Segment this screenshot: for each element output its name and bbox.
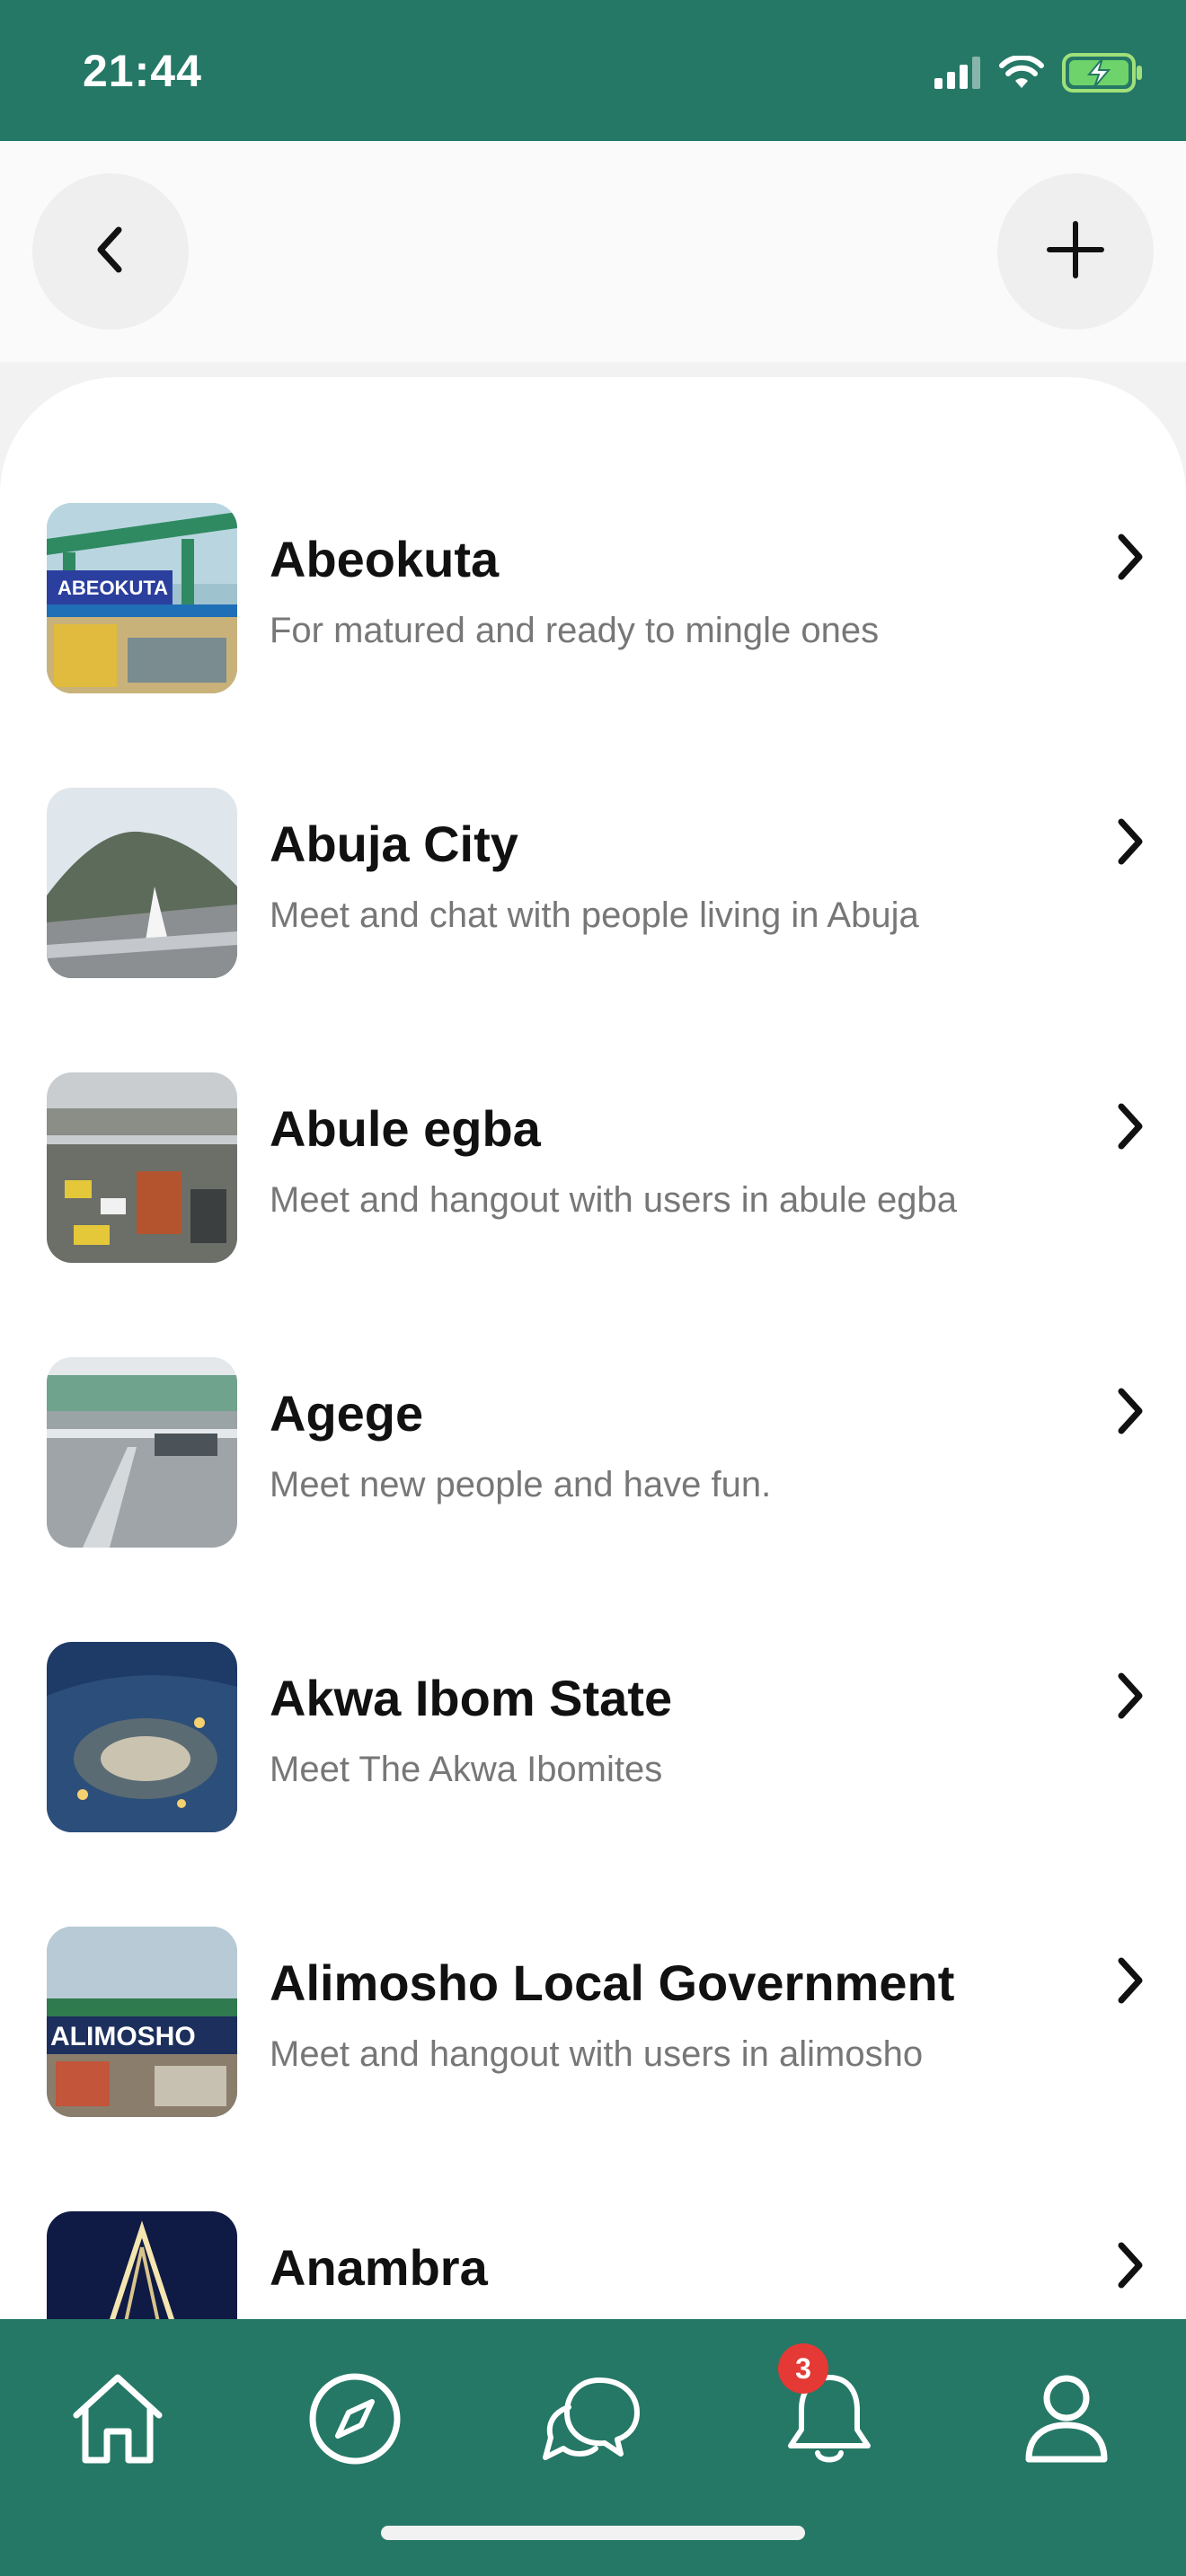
profile-icon <box>1022 2369 1111 2473</box>
status-icons <box>934 52 1145 97</box>
compass-icon <box>307 2371 403 2471</box>
group-title: Akwa Ibom State <box>270 1670 673 1726</box>
list-item[interactable]: ABEOKUTA Abeokuta For matured and ready … <box>0 503 1186 788</box>
group-subtitle: Meet and chat with people living in Abuj… <box>270 895 919 935</box>
group-title: Abuja City <box>270 816 518 872</box>
group-subtitle: For matured and ready to mingle ones <box>270 611 880 650</box>
plus-icon <box>1046 220 1105 284</box>
status-bar: 21:44 <box>0 0 1186 141</box>
chevron-right-icon <box>1103 1954 1157 2007</box>
group-subtitle: Meet The Akwa Ibomites <box>270 1750 663 1789</box>
list-item[interactable]: Abuja City Meet and chat with people liv… <box>0 788 1186 1072</box>
notification-badge: 3 <box>778 2343 828 2394</box>
list-item[interactable]: Abule egba Meet and hangout with users i… <box>0 1072 1186 1357</box>
groups-panel: ABEOKUTA Abeokuta For matured and ready … <box>0 377 1186 2353</box>
group-title: Agege <box>270 1385 424 1442</box>
group-subtitle: Meet and hangout with users in alimosho <box>270 2034 924 2074</box>
battery-charging-icon <box>1062 52 1145 97</box>
group-subtitle: Meet new people and have fun. <box>270 1465 772 1504</box>
home-indicator[interactable] <box>381 2526 805 2540</box>
header <box>0 141 1186 362</box>
thumb-label: ALIMOSHO <box>50 2022 196 2051</box>
group-title: Anambra <box>270 2239 488 2296</box>
group-thumbnail <box>47 788 237 978</box>
cellular-signal-icon <box>934 56 981 93</box>
wifi-icon <box>999 54 1044 94</box>
chevron-right-icon <box>1103 2238 1157 2292</box>
group-title: Abule egba <box>270 1100 541 1157</box>
group-title: Alimosho Local Government <box>270 1954 955 2011</box>
screen: 21:44 ABEOKUTA Abeokuta For matured and … <box>0 0 1186 2576</box>
group-title: Abeokuta <box>270 531 500 587</box>
back-button[interactable] <box>32 173 189 330</box>
groups-list: ABEOKUTA Abeokuta For matured and ready … <box>0 503 1186 2353</box>
chevron-left-icon <box>88 223 133 281</box>
chevron-right-icon <box>1103 1669 1157 1723</box>
status-time: 21:44 <box>83 46 202 96</box>
group-thumbnail: ABEOKUTA <box>47 503 237 693</box>
nav-home[interactable] <box>59 2362 176 2479</box>
group-thumbnail <box>47 1642 237 1832</box>
chat-icon <box>540 2371 644 2471</box>
group-thumbnail <box>47 1072 237 1263</box>
nav-explore[interactable] <box>296 2362 413 2479</box>
home-icon <box>67 2369 168 2474</box>
nav-chats[interactable] <box>534 2362 651 2479</box>
list-item[interactable]: ALIMOSHO Alimosho Local Government Meet … <box>0 1927 1186 2211</box>
chevron-right-icon <box>1103 530 1157 584</box>
group-thumbnail: ALIMOSHO <box>47 1927 237 2117</box>
nav-profile[interactable] <box>1008 2362 1125 2479</box>
chevron-right-icon <box>1103 1384 1157 1438</box>
group-thumbnail <box>47 1357 237 1548</box>
chevron-right-icon <box>1103 1099 1157 1153</box>
list-item[interactable]: Agege Meet new people and have fun. <box>0 1357 1186 1642</box>
chevron-right-icon <box>1103 815 1157 869</box>
add-button[interactable] <box>997 173 1154 330</box>
group-subtitle: Meet and hangout with users in abule egb… <box>270 1180 957 1220</box>
list-item[interactable]: Akwa Ibom State Meet The Akwa Ibomites <box>0 1642 1186 1927</box>
thumb-label: ABEOKUTA <box>58 577 168 599</box>
